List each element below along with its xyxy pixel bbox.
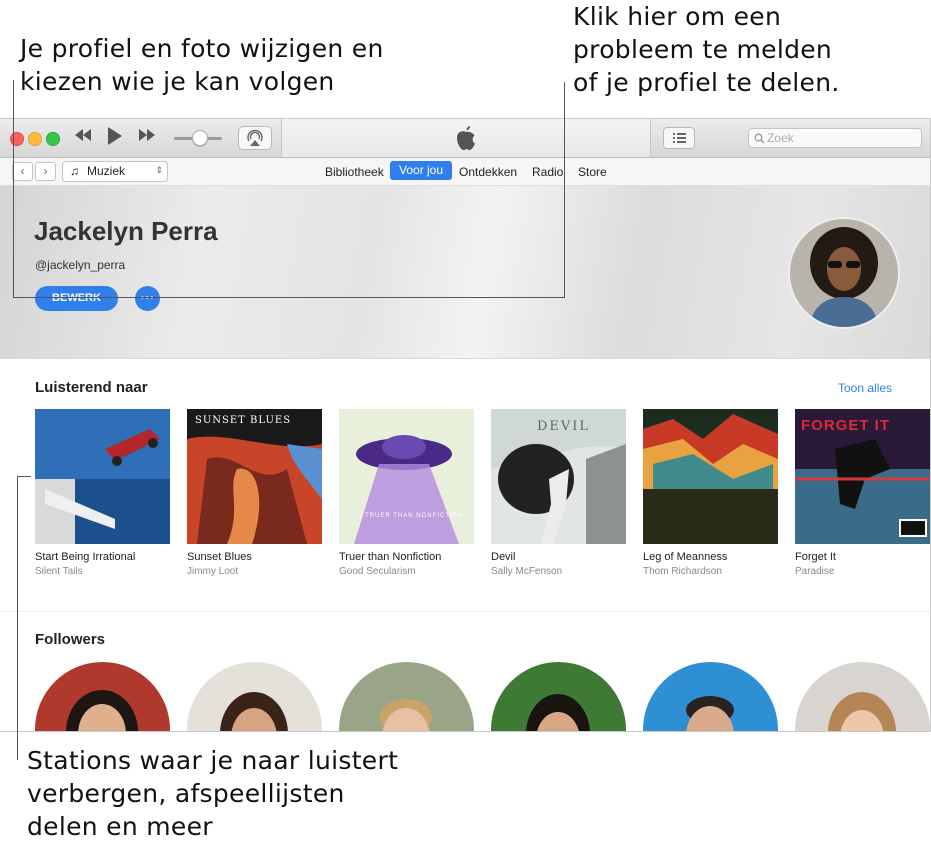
follower-avatar[interactable] xyxy=(35,662,170,731)
album-cover-text: SUNSET BLUES xyxy=(195,415,292,426)
follower-avatar[interactable] xyxy=(491,662,626,731)
album-cover[interactable]: TRUER THAN NONFICTION xyxy=(339,409,474,544)
followers-section-title: Followers xyxy=(35,631,106,648)
back-button[interactable]: ‹ xyxy=(12,162,33,181)
lcd-display xyxy=(281,119,651,157)
album-artist[interactable]: Thom Richardson xyxy=(643,566,722,577)
tab-radio[interactable]: Radio xyxy=(532,163,563,182)
callout-stations: Stations waar je naar luistert verbergen… xyxy=(27,744,398,843)
profile-name: Jackelyn Perra xyxy=(34,216,218,246)
callout-leader-line xyxy=(17,476,31,477)
album-cover[interactable]: FORGET IT xyxy=(795,409,930,544)
fast-forward-icon[interactable] xyxy=(138,128,156,146)
itunes-window: Zoek ‹ › ♫ Muziek ⇕ Bibliotheek Voor jou… xyxy=(0,118,931,732)
media-source-label: Muziek xyxy=(87,164,126,178)
album-artist[interactable]: Paradise xyxy=(795,566,834,577)
tab-store[interactable]: Store xyxy=(578,163,607,182)
callout-edit-profile: Je profiel en foto wijzigen en kiezen wi… xyxy=(20,32,384,98)
list-icon xyxy=(673,133,686,143)
album-cover-text: DEVIL xyxy=(537,419,591,434)
music-note-icon: ♫ xyxy=(70,164,79,178)
album-title[interactable]: Sunset Blues xyxy=(187,551,252,563)
minimize-button[interactable] xyxy=(28,132,42,146)
search-icon xyxy=(754,133,765,144)
search-placeholder: Zoek xyxy=(767,131,794,145)
tab-voor-jou[interactable]: Voor jou xyxy=(390,161,453,180)
album-title[interactable]: Devil xyxy=(491,551,515,563)
album-cover[interactable] xyxy=(643,409,778,544)
album-cover[interactable]: DEVIL xyxy=(491,409,626,544)
profile-avatar[interactable] xyxy=(788,217,900,329)
callout-line: Stations waar je naar luistert xyxy=(27,746,399,775)
updown-chevron-icon: ⇕ xyxy=(155,165,163,175)
callout-line: delen en meer xyxy=(27,812,213,841)
album-artist[interactable]: Good Secularism xyxy=(339,566,416,577)
airplay-icon xyxy=(247,129,263,146)
title-bar: Zoek xyxy=(0,119,930,158)
more-options-button[interactable]: ··· xyxy=(135,286,160,311)
callout-leader-line xyxy=(564,82,565,298)
album-title[interactable]: Forget It xyxy=(795,551,836,563)
album-artist[interactable]: Jimmy Loot xyxy=(187,566,238,577)
callout-line: probleem te melden xyxy=(573,35,833,64)
media-source-select[interactable]: ♫ Muziek ⇕ xyxy=(62,161,168,182)
play-icon[interactable] xyxy=(107,126,123,150)
album-cover[interactable]: SUNSET BLUES xyxy=(187,409,322,544)
up-next-button[interactable] xyxy=(663,127,695,149)
listening-section-title: Luisterend naar xyxy=(35,379,148,396)
airplay-button[interactable] xyxy=(238,126,272,150)
rewind-icon[interactable] xyxy=(74,128,92,146)
follower-avatar[interactable] xyxy=(187,662,322,731)
callout-line: kiezen wie je kan volgen xyxy=(20,67,335,96)
callout-line: Klik hier om een xyxy=(573,2,782,31)
callout-line: of je profiel te delen. xyxy=(573,68,840,97)
forward-button[interactable]: › xyxy=(35,162,56,181)
callout-leader-line xyxy=(13,80,14,298)
album-cover-text: FORGET IT xyxy=(801,417,890,434)
callout-leader-line xyxy=(13,297,565,298)
album-artist[interactable]: Sally McFenson xyxy=(491,566,562,577)
profile-header: Jackelyn Perra @jackelyn_perra BEWERK ··… xyxy=(0,186,930,359)
callout-report-share: Klik hier om een probleem te melden of j… xyxy=(573,0,840,99)
search-field[interactable]: Zoek xyxy=(748,128,922,148)
callout-line: Je profiel en foto wijzigen en xyxy=(20,34,384,63)
follower-avatar[interactable] xyxy=(795,662,930,731)
navigation-bar: ‹ › ♫ Muziek ⇕ Bibliotheek Voor jou Ontd… xyxy=(0,158,930,186)
album-title[interactable]: Start Being Irrational xyxy=(35,551,135,563)
apple-logo-icon xyxy=(457,126,475,150)
zoom-button[interactable] xyxy=(46,132,60,146)
profile-handle: @jackelyn_perra xyxy=(35,258,126,272)
callout-line: verbergen, afspeellijsten xyxy=(27,779,345,808)
tab-ontdekken[interactable]: Ontdekken xyxy=(459,163,517,182)
show-all-link[interactable]: Toon alles xyxy=(838,381,892,395)
volume-knob[interactable] xyxy=(192,130,208,146)
section-divider xyxy=(0,611,930,612)
tab-bibliotheek[interactable]: Bibliotheek xyxy=(325,163,384,182)
follower-avatar[interactable] xyxy=(643,662,778,731)
edit-profile-button[interactable]: BEWERK xyxy=(35,286,118,311)
album-cover-text: TRUER THAN NONFICTION xyxy=(365,513,464,519)
album-artist[interactable]: Silent Tails xyxy=(35,566,83,577)
follower-avatar[interactable] xyxy=(339,662,474,731)
album-cover[interactable] xyxy=(35,409,170,544)
album-title[interactable]: Truer than Nonfiction xyxy=(339,551,441,563)
album-title[interactable]: Leg of Meanness xyxy=(643,551,727,563)
callout-leader-line xyxy=(17,476,18,760)
